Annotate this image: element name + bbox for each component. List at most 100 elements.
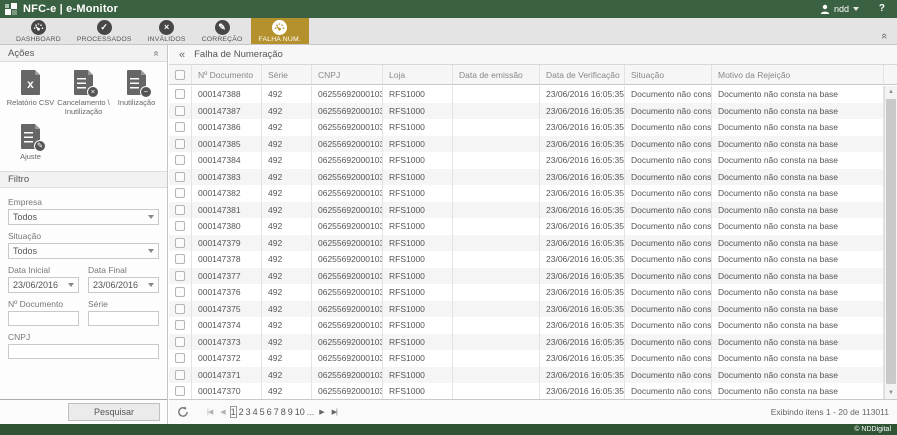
table-row[interactable]: 000147386 492 06255692000103 RFS1000 23/… <box>169 119 884 136</box>
table-row[interactable]: 000147379 492 06255692000103 RFS1000 23/… <box>169 235 884 252</box>
tab-dashboard[interactable]: DASHBOARD <box>8 18 69 44</box>
row-checkbox[interactable] <box>175 139 185 149</box>
column-header[interactable]: Loja <box>383 65 453 84</box>
tab-processados[interactable]: ✓ PROCESSADOS <box>69 18 140 44</box>
cell-motivo-rejeicao: Documento não consta na base <box>712 301 884 318</box>
data-final-label: Data Final <box>88 265 159 275</box>
collapse-left-icon[interactable]: « <box>179 49 185 61</box>
tab-correcao[interactable]: ✎ CORREÇÃO <box>194 18 251 44</box>
page-button[interactable]: 7 <box>274 407 279 417</box>
last-page-button[interactable]: ▶| <box>332 408 337 416</box>
ajuste-button[interactable]: ✎ Ajuste <box>4 124 57 161</box>
row-checkbox[interactable] <box>175 155 185 165</box>
documento-input[interactable] <box>8 311 79 326</box>
cancelamento-inutilizacao-button[interactable]: × Cancelamento \ Inutilização <box>57 70 110 116</box>
row-checkbox[interactable] <box>175 304 185 314</box>
page-button[interactable]: 3 <box>246 407 251 417</box>
refresh-icon[interactable] <box>177 406 189 418</box>
cell-data-emissao <box>453 383 540 399</box>
table-row[interactable]: 000147377 492 06255692000103 RFS1000 23/… <box>169 268 884 285</box>
table-row[interactable]: 000147380 492 06255692000103 RFS1000 23/… <box>169 218 884 235</box>
data-inicial-picker[interactable]: 23/06/2016 <box>8 277 79 293</box>
page-button[interactable]: 5 <box>260 407 265 417</box>
row-checkbox[interactable] <box>175 205 185 215</box>
select-all-checkbox[interactable] <box>175 70 185 80</box>
page-button[interactable]: 10 <box>295 407 305 417</box>
table-row[interactable]: 000147372 492 06255692000103 RFS1000 23/… <box>169 350 884 367</box>
page-button[interactable]: 8 <box>281 407 286 417</box>
row-checkbox[interactable] <box>175 254 185 264</box>
data-final-picker[interactable]: 23/06/2016 <box>88 277 159 293</box>
column-header[interactable]: Data de Verificação <box>540 65 625 84</box>
user-menu[interactable]: ndd <box>820 0 859 18</box>
situacao-select[interactable]: Todos <box>8 243 159 259</box>
page-button[interactable]: 1 <box>230 406 237 418</box>
row-checkbox[interactable] <box>175 221 185 231</box>
table-row[interactable]: 000147383 492 06255692000103 RFS1000 23/… <box>169 169 884 186</box>
prev-page-button[interactable]: ◀ <box>220 408 224 416</box>
page-button[interactable]: 4 <box>253 407 258 417</box>
page-button[interactable]: 9 <box>288 407 293 417</box>
column-header[interactable]: Motivo da Rejeição <box>712 65 884 84</box>
cell-loja: RFS1000 <box>383 103 453 120</box>
row-checkbox[interactable] <box>175 188 185 198</box>
cell-documento: 000147372 <box>192 350 262 367</box>
serie-input[interactable] <box>88 311 159 326</box>
cell-loja: RFS1000 <box>383 334 453 351</box>
column-header[interactable]: Nº Documento <box>192 65 262 84</box>
table-row[interactable]: 000147387 492 06255692000103 RFS1000 23/… <box>169 103 884 120</box>
table-row[interactable]: 000147381 492 06255692000103 RFS1000 23/… <box>169 202 884 219</box>
collapse-up-icon[interactable]: « <box>879 33 889 39</box>
cell-loja: RFS1000 <box>383 235 453 252</box>
table-row[interactable]: 000147373 492 06255692000103 RFS1000 23/… <box>169 334 884 351</box>
tab-falha-num[interactable]: FALHA NUM. <box>251 18 309 44</box>
row-checkbox[interactable] <box>175 287 185 297</box>
cell-situacao: Documento não consta na base <box>625 317 712 334</box>
row-checkbox[interactable] <box>175 106 185 116</box>
row-checkbox[interactable] <box>175 320 185 330</box>
row-checkbox[interactable] <box>175 271 185 281</box>
page-button[interactable]: 2 <box>239 407 244 417</box>
column-header[interactable]: Situação <box>625 65 712 84</box>
table-row[interactable]: 000147388 492 06255692000103 RFS1000 23/… <box>169 86 884 103</box>
row-checkbox[interactable] <box>175 370 185 380</box>
column-header[interactable]: Série <box>262 65 312 84</box>
scrollbar-thumb[interactable] <box>886 99 896 384</box>
collapse-up-icon[interactable]: « <box>151 50 162 56</box>
next-page-button[interactable]: ▶ <box>319 408 323 416</box>
cell-documento: 000147370 <box>192 383 262 399</box>
column-header[interactable]: CNPJ <box>312 65 383 84</box>
table-row[interactable]: 000147371 492 06255692000103 RFS1000 23/… <box>169 367 884 384</box>
pesquisar-button[interactable]: Pesquisar <box>68 403 160 421</box>
column-header[interactable]: Data de emissão <box>453 65 540 84</box>
row-checkbox-cell <box>169 202 192 219</box>
help-button[interactable]: ? <box>879 0 885 18</box>
vertical-scrollbar[interactable]: ▲ ▼ <box>884 86 897 399</box>
row-checkbox[interactable] <box>175 386 185 396</box>
table-row[interactable]: 000147376 492 06255692000103 RFS1000 23/… <box>169 284 884 301</box>
row-checkbox[interactable] <box>175 172 185 182</box>
table-row[interactable]: 000147375 492 06255692000103 RFS1000 23/… <box>169 301 884 318</box>
page-button[interactable]: 6 <box>267 407 272 417</box>
empresa-select[interactable]: Todos <box>8 209 159 225</box>
relatorio-csv-button[interactable]: x Relatório CSV <box>4 70 57 116</box>
table-row[interactable]: 000147370 492 06255692000103 RFS1000 23/… <box>169 383 884 399</box>
row-checkbox[interactable] <box>175 122 185 132</box>
row-checkbox[interactable] <box>175 89 185 99</box>
cnpj-input[interactable] <box>8 344 159 359</box>
table-row[interactable]: 000147385 492 06255692000103 RFS1000 23/… <box>169 136 884 153</box>
cell-data-verificacao: 23/06/2016 16:05:35 <box>540 218 625 235</box>
row-checkbox[interactable] <box>175 238 185 248</box>
table-row[interactable]: 000147374 492 06255692000103 RFS1000 23/… <box>169 317 884 334</box>
row-checkbox[interactable] <box>175 337 185 347</box>
inutilizacao-button[interactable]: − Inutilização <box>110 70 163 116</box>
table-row[interactable]: 000147382 492 06255692000103 RFS1000 23/… <box>169 185 884 202</box>
cell-data-emissao <box>453 136 540 153</box>
table-row[interactable]: 000147384 492 06255692000103 RFS1000 23/… <box>169 152 884 169</box>
scroll-up-icon[interactable]: ▲ <box>885 86 897 98</box>
row-checkbox[interactable] <box>175 353 185 363</box>
table-row[interactable]: 000147378 492 06255692000103 RFS1000 23/… <box>169 251 884 268</box>
first-page-button[interactable]: |◀ <box>207 408 212 416</box>
tab-invalidos[interactable]: × INVÁLIDOS <box>140 18 194 44</box>
scroll-down-icon[interactable]: ▼ <box>885 387 897 399</box>
